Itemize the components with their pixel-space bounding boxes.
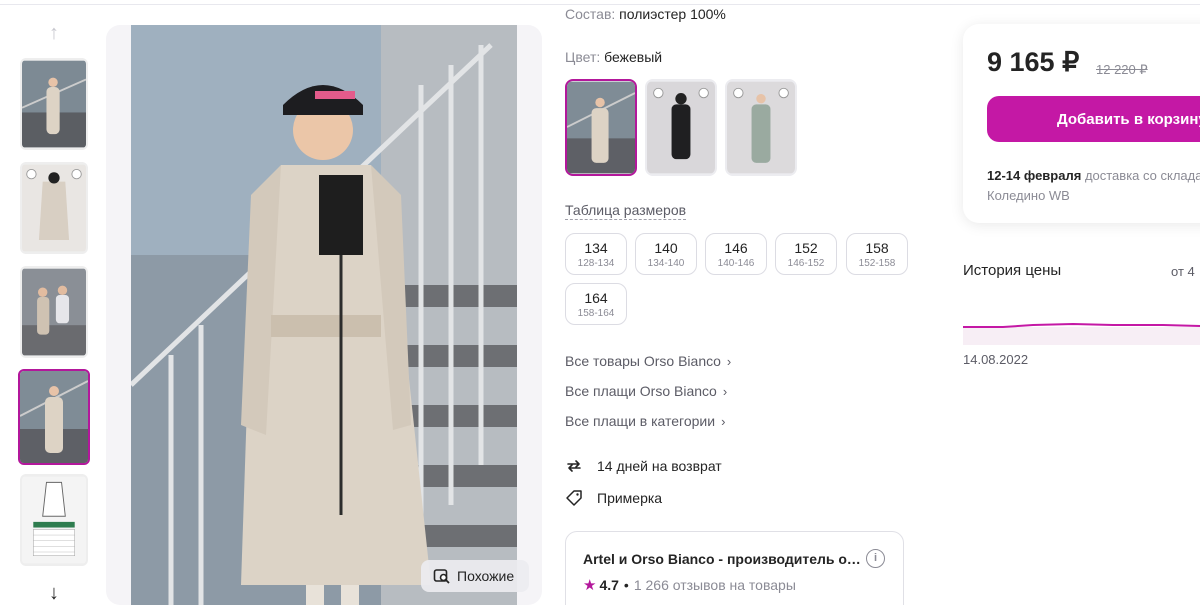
main-product-photo[interactable] [131, 25, 517, 605]
similar-button[interactable]: Похожие [421, 560, 529, 592]
seller-rating: ★ 4.7 • 1 266 отзывов на товары [583, 576, 796, 594]
color-variant-sage[interactable] [725, 79, 797, 176]
size-table-link[interactable]: Таблица размеров [565, 202, 687, 220]
tag-icon [566, 490, 582, 506]
feature-return-label: 14 дней на возврат [597, 458, 722, 474]
add-to-cart-button[interactable]: Добавить в корзину [987, 96, 1200, 142]
size-main: 134 [584, 240, 608, 256]
thumbnail-image [22, 476, 86, 564]
color-variant-image [647, 81, 715, 174]
delivery-text: доставка со склада [1084, 168, 1200, 183]
thumbnail-3[interactable] [20, 266, 88, 358]
size-main: 146 [724, 240, 748, 256]
size-sub: 146-152 [787, 258, 825, 269]
price-card: 9 165 ₽ 12 220 ₽ Добавить в корзину 12-1… [963, 24, 1200, 223]
thumbnail-image [22, 268, 86, 356]
chevron-right-icon: › [726, 353, 732, 369]
delivery-date: 12-14 февраля [987, 168, 1082, 183]
size-option-164[interactable]: 164 158-164 [565, 283, 627, 325]
composition-line: Состав: полиэстер 100% [565, 6, 726, 22]
price-history-date: 14.08.2022 [963, 352, 1029, 367]
size-main: 140 [654, 240, 678, 256]
info-icon[interactable]: i [866, 549, 885, 568]
link-label: Все плащи Orso Bianco [565, 383, 717, 399]
color-label: Цвет: [565, 49, 601, 65]
size-sub: 134-140 [647, 258, 685, 269]
return-arrows-icon [567, 460, 581, 472]
seller-card[interactable]: Artel и Orso Bianco - производитель оде.… [565, 531, 904, 605]
price-history-from[interactable]: от 4 [1171, 264, 1195, 279]
thumbnail-4-active[interactable] [18, 369, 90, 465]
thumbnail-2[interactable] [20, 162, 88, 254]
color-value: бежевый [604, 49, 663, 65]
price-history-title: История цены [963, 262, 1062, 279]
image-search-icon [433, 569, 450, 584]
top-divider [0, 4, 1200, 5]
size-option-146[interactable]: 146 140-146 [705, 233, 767, 275]
feature-return: 14 дней на возврат [565, 457, 722, 475]
delivery-info: 12-14 февраля доставка со склада Коледин… [987, 166, 1200, 206]
size-sub: 128-134 [577, 258, 615, 269]
seller-name[interactable]: Artel и Orso Bianco - производитель оде.… [583, 551, 863, 567]
color-line: Цвет: бежевый [565, 49, 662, 65]
arrow-up-icon[interactable]: ↑ [40, 22, 68, 44]
star-icon: ★ [583, 577, 597, 594]
thumbnail-image [22, 60, 86, 148]
color-variant-black[interactable] [645, 79, 717, 176]
seller-rating-value: 4.7 [599, 577, 619, 593]
size-option-152[interactable]: 152 146-152 [775, 233, 837, 275]
thumbnail-image [22, 164, 86, 252]
arrow-down-icon[interactable]: ↓ [40, 582, 68, 604]
size-main: 152 [794, 240, 818, 256]
similar-button-label: Похожие [457, 568, 515, 584]
main-photo-frame: Похожие [106, 25, 542, 605]
thumbnail-1[interactable] [20, 58, 88, 150]
link-all-brand-products[interactable]: Все товары Orso Bianco › [565, 353, 731, 369]
thumbnail-image [20, 371, 88, 463]
size-main: 164 [584, 290, 608, 306]
color-variant-image [567, 81, 635, 174]
warehouse-name: Коледино WB [987, 188, 1070, 203]
old-price: 12 220 ₽ [1096, 62, 1148, 77]
color-variant-beige[interactable] [565, 79, 637, 176]
size-option-134[interactable]: 134 128-134 [565, 233, 627, 275]
link-label: Все товары Orso Bianco [565, 353, 721, 369]
size-sub: 158-164 [577, 308, 615, 319]
thumbnail-5-size-chart[interactable] [20, 474, 88, 566]
size-sub: 140-146 [717, 258, 755, 269]
chevron-right-icon: › [721, 413, 726, 429]
size-sub: 152-158 [858, 258, 896, 269]
color-variant-image [727, 81, 795, 174]
price-history-chart [963, 322, 1200, 345]
size-option-158[interactable]: 158 152-158 [846, 233, 908, 275]
link-all-category-coats[interactable]: Все плащи в категории › [565, 413, 725, 429]
feature-fitting: Примерка [565, 489, 662, 507]
size-main: 158 [865, 240, 889, 256]
separator-dot: • [623, 577, 629, 593]
composition-value: полиэстер 100% [619, 6, 726, 22]
composition-label: Состав: [565, 6, 616, 22]
seller-reviews-count: 1 266 отзывов на товары [633, 577, 796, 593]
size-option-140[interactable]: 140 134-140 [635, 233, 697, 275]
chevron-right-icon: › [722, 383, 728, 399]
current-price: 9 165 ₽ [987, 47, 1080, 77]
link-all-brand-coats[interactable]: Все плащи Orso Bianco › [565, 383, 727, 399]
feature-fitting-label: Примерка [597, 490, 663, 506]
link-label: Все плащи в категории [565, 413, 716, 429]
